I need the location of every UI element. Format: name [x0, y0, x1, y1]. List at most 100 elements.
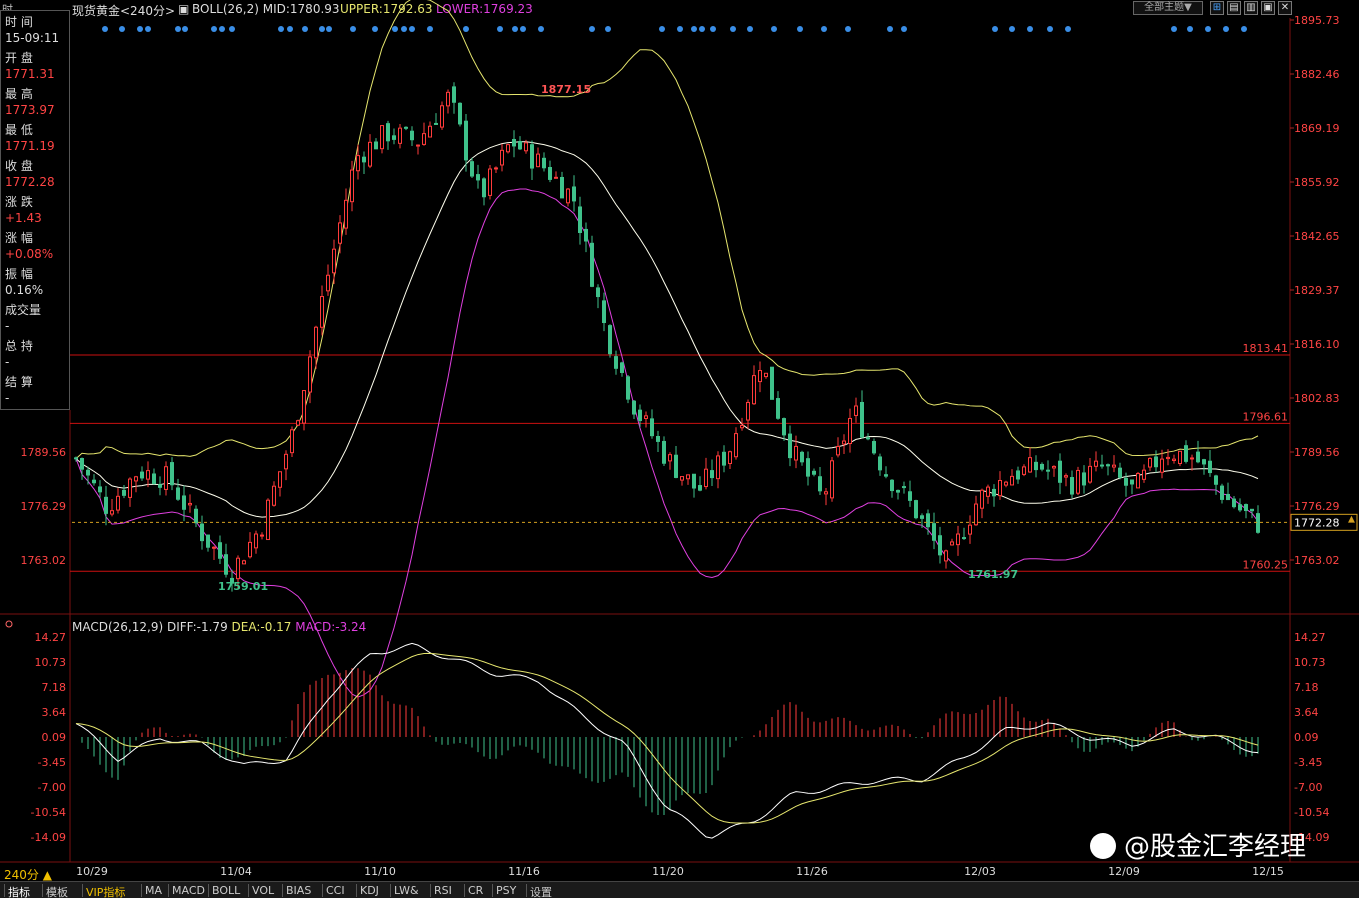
candle-body[interactable] — [764, 372, 768, 378]
candle-body[interactable] — [134, 476, 138, 482]
candle-body[interactable] — [950, 541, 954, 546]
candle-body[interactable] — [1010, 475, 1014, 486]
candle-body[interactable] — [428, 125, 432, 138]
candle-body[interactable] — [458, 102, 462, 125]
candle-body[interactable] — [524, 142, 528, 152]
candle-body[interactable] — [254, 533, 258, 549]
candle-body[interactable] — [332, 248, 336, 274]
candle-body[interactable] — [500, 149, 504, 166]
candle-body[interactable] — [908, 491, 912, 501]
candle-body[interactable] — [1250, 508, 1254, 512]
candle-body[interactable] — [680, 476, 684, 481]
candle-body[interactable] — [626, 376, 630, 400]
candle-body[interactable] — [938, 535, 942, 556]
candle-body[interactable] — [740, 425, 744, 429]
candle-body[interactable] — [356, 155, 360, 172]
candle-body[interactable] — [1124, 477, 1128, 486]
candle-body[interactable] — [794, 445, 798, 461]
tab-3[interactable]: MA — [145, 884, 162, 897]
candle-body[interactable] — [188, 502, 192, 506]
candle-body[interactable] — [974, 503, 978, 526]
candle-body[interactable] — [1160, 458, 1164, 473]
candle-body[interactable] — [812, 470, 816, 475]
candle-body[interactable] — [464, 120, 468, 161]
candle-body[interactable] — [668, 454, 672, 462]
tab-2[interactable]: VIP指标 — [86, 884, 125, 898]
candle-body[interactable] — [98, 486, 102, 493]
candle-body[interactable] — [1136, 473, 1140, 489]
candle-body[interactable] — [914, 500, 918, 519]
candle-body[interactable] — [572, 186, 576, 202]
candle-body[interactable] — [362, 156, 366, 163]
candle-body[interactable] — [218, 542, 222, 559]
candle-body[interactable] — [1244, 504, 1248, 512]
tab-12[interactable]: CR — [468, 884, 483, 897]
candle-body[interactable] — [566, 188, 570, 204]
candle-body[interactable] — [638, 409, 642, 422]
candle-body[interactable] — [1046, 469, 1050, 472]
candle-body[interactable] — [620, 362, 624, 373]
candle-body[interactable] — [170, 462, 174, 486]
candle-body[interactable] — [1130, 479, 1134, 485]
candle-body[interactable] — [116, 495, 120, 511]
candle-body[interactable] — [536, 153, 540, 168]
candle-body[interactable] — [506, 144, 510, 153]
candle-body[interactable] — [416, 144, 420, 147]
candle-body[interactable] — [782, 418, 786, 436]
candle-body[interactable] — [1148, 457, 1152, 468]
candle-body[interactable] — [302, 390, 306, 424]
candle-body[interactable] — [1022, 466, 1026, 475]
candle-body[interactable] — [746, 401, 750, 421]
candle-body[interactable] — [386, 123, 390, 142]
candle-body[interactable] — [560, 176, 564, 199]
candle-body[interactable] — [1028, 457, 1032, 473]
candle-body[interactable] — [452, 86, 456, 103]
candle-body[interactable] — [542, 157, 546, 169]
candle-body[interactable] — [266, 499, 270, 541]
candle-body[interactable] — [1232, 498, 1236, 508]
candle-body[interactable] — [932, 523, 936, 541]
candle-body[interactable] — [1256, 513, 1260, 533]
candle-body[interactable] — [1172, 458, 1176, 462]
candle-body[interactable] — [878, 456, 882, 471]
candle-body[interactable] — [650, 418, 654, 437]
candle-body[interactable] — [836, 445, 840, 456]
candle-body[interactable] — [800, 451, 804, 463]
candle-body[interactable] — [1166, 456, 1170, 460]
candle-body[interactable] — [1142, 469, 1146, 480]
candle-body[interactable] — [1118, 467, 1122, 478]
candle-body[interactable] — [662, 440, 666, 464]
candle-body[interactable] — [824, 491, 828, 495]
candle-body[interactable] — [518, 140, 522, 150]
candle-body[interactable] — [584, 228, 588, 242]
candle-body[interactable] — [1154, 456, 1158, 468]
candle-body[interactable] — [494, 167, 498, 170]
candle-body[interactable] — [182, 495, 186, 510]
candle-body[interactable] — [848, 417, 852, 445]
candle-body[interactable] — [1202, 459, 1206, 465]
candle-body[interactable] — [290, 429, 294, 454]
candle-body[interactable] — [872, 441, 876, 454]
candle-body[interactable] — [758, 370, 762, 383]
candle-body[interactable] — [284, 453, 288, 470]
candle-body[interactable] — [350, 169, 354, 203]
candle-body[interactable] — [1064, 475, 1068, 478]
candle-body[interactable] — [842, 440, 846, 445]
candle-body[interactable] — [392, 135, 396, 140]
candle-body[interactable] — [146, 470, 150, 480]
candle-body[interactable] — [632, 400, 636, 415]
tab-1[interactable]: 模板 — [46, 884, 68, 898]
candle-body[interactable] — [776, 398, 780, 419]
candle-body[interactable] — [902, 486, 906, 489]
candle-body[interactable] — [200, 523, 204, 542]
candle-body[interactable] — [314, 326, 318, 359]
candle-body[interactable] — [590, 242, 594, 287]
candle-body[interactable] — [176, 487, 180, 500]
candle-body[interactable] — [602, 300, 606, 324]
tab-9[interactable]: KDJ — [360, 884, 379, 897]
candle-body[interactable] — [830, 460, 834, 499]
candle-body[interactable] — [122, 489, 126, 496]
candle-body[interactable] — [860, 401, 864, 438]
candle-body[interactable] — [1094, 460, 1098, 467]
candle-body[interactable] — [440, 105, 444, 128]
